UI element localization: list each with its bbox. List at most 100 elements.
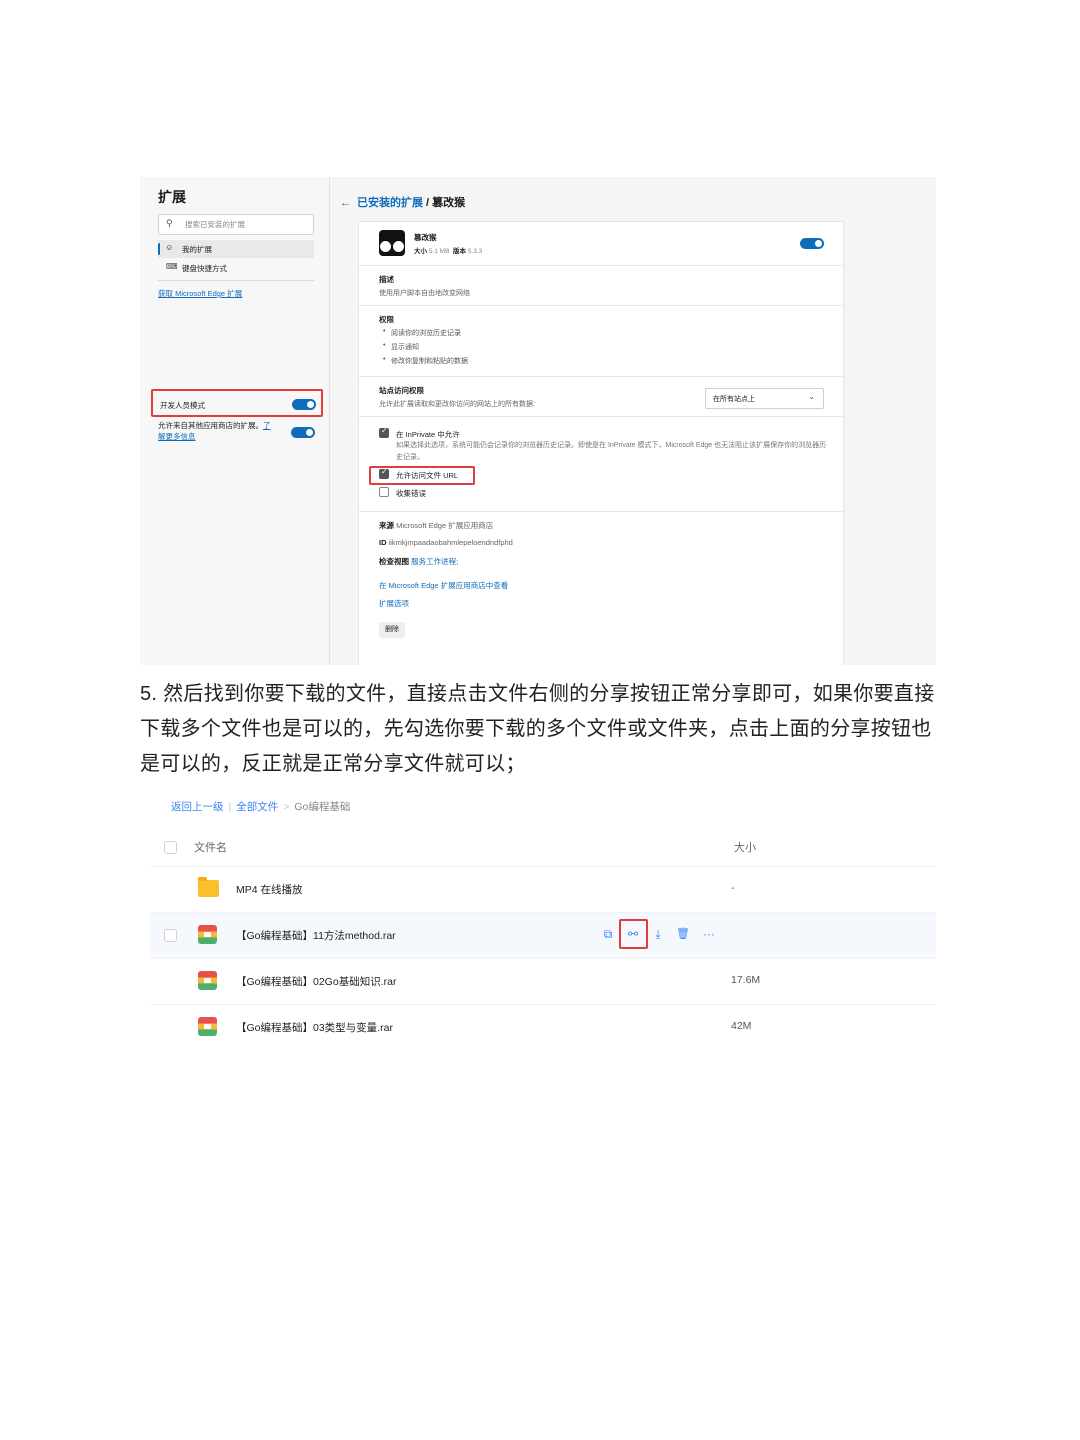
extension-enable-toggle[interactable] — [800, 238, 824, 249]
view-in-store-link[interactable]: 在 Microsoft Edge 扩展应用商店中查看 — [379, 580, 508, 591]
file-row[interactable]: MP4 在线播放 - — [150, 867, 936, 913]
version-value: 5.3.3 — [467, 248, 483, 255]
permission-item: 阅读你的浏览历史记录 — [383, 328, 461, 338]
tampermonkey-logo-icon — [379, 230, 405, 256]
id-line: ID iikmkjmpaadaobahmlepeloendndfphd — [379, 538, 513, 547]
id-value: iikmkjmpaadaobahmlepeloendndfphd — [388, 538, 513, 547]
source-value: Microsoft Edge 扩展应用商店 — [396, 521, 494, 530]
sidebar-item-keyboard-shortcuts[interactable]: ⌨ 键盘快捷方式 — [158, 259, 314, 277]
breadcrumb-divider: | — [228, 801, 232, 813]
description-title: 描述 — [379, 275, 394, 284]
site-access-title: 站点访问权限 — [379, 386, 424, 395]
collect-errors-label: 收集错误 — [396, 489, 426, 498]
keyboard-icon: ⌨ — [166, 262, 178, 271]
sidebar-item-label: 我的扩展 — [182, 245, 212, 254]
extension-icon: ⎉ — [166, 243, 173, 252]
sidebar-divider — [158, 280, 314, 281]
size-label: 大小 — [414, 248, 427, 255]
inprivate-label: 在 InPrivate 中允许 — [396, 430, 460, 439]
inprivate-checkbox[interactable] — [379, 426, 389, 438]
extensions-sidebar: 扩展 ⚲ 搜索已安装的扩展 ⎉ 我的扩展 ⌨ 键盘快捷方式 获取 Microso… — [140, 177, 330, 665]
extension-name: 篡改猴 — [414, 233, 437, 242]
instruction-paragraph: 5. 然后找到你要下载的文件，直接点击文件右侧的分享按钮正常分享即可，如果你要直… — [140, 683, 935, 775]
size-value: 5.1 MB — [428, 248, 450, 255]
search-placeholder: 搜索已安装的扩展 — [185, 220, 245, 229]
inspect-line: 检查视图 服务工作进程; — [379, 556, 458, 567]
file-url-highlight — [369, 466, 475, 485]
developer-mode-row: 开发人员模式 — [151, 389, 323, 417]
breadcrumb-installed-extensions[interactable]: 已安装的扩展 — [357, 197, 423, 209]
sidebar-title: 扩展 — [158, 189, 186, 205]
edge-extensions-screenshot: 扩展 ⚲ 搜索已安装的扩展 ⎉ 我的扩展 ⌨ 键盘快捷方式 获取 Microso… — [140, 177, 936, 665]
rar-archive-icon — [198, 925, 217, 944]
file-size: 42M — [731, 1020, 752, 1032]
row-checkbox[interactable] — [164, 929, 177, 942]
file-name[interactable]: 【Go编程基础】11方法method.rar — [236, 928, 396, 943]
header-size: 大小 — [734, 842, 756, 854]
collect-errors-checkbox[interactable] — [379, 487, 389, 497]
extension-meta: 大小 5.1 MB 版本 5.3.3 — [414, 245, 482, 255]
file-list-header: 文件名 大小 — [150, 830, 936, 867]
allow-other-stores-label: 允许来自其他应用商店的扩展。 — [158, 421, 263, 430]
open-folder-icon[interactable]: ⧉ — [599, 925, 617, 943]
file-row[interactable]: 【Go编程基础】02Go基础知识.rar 17.6M — [150, 959, 936, 1005]
site-access-selected: 在所有站点上 — [713, 396, 755, 403]
select-all-checkbox[interactable] — [164, 841, 177, 854]
version-label: 版本 — [453, 248, 467, 255]
learn-more-link[interactable]: 了 — [263, 421, 271, 430]
permission-item: 显示通知 — [383, 342, 419, 352]
file-list-screenshot: 返回上一级 | 全部文件 > Go编程基础 文件名 大小 MP4 在线播放 - 【Go编… — [150, 790, 936, 1046]
file-name[interactable]: 【Go编程基础】02Go基础知识.rar — [236, 974, 396, 989]
source-line: 来源 Microsoft Edge 扩展应用商店 — [379, 520, 493, 531]
rar-archive-icon — [198, 1017, 217, 1036]
get-extensions-link[interactable]: 获取 Microsoft Edge 扩展 — [158, 288, 242, 299]
file-breadcrumb: 返回上一级 | 全部文件 > Go编程基础 — [171, 799, 350, 814]
breadcrumb: ← 已安装的扩展 / 篡改猴 — [340, 194, 465, 210]
learn-more-link-continued[interactable]: 解更多信息 — [158, 432, 196, 441]
sidebar-item-label: 键盘快捷方式 — [182, 264, 227, 273]
description-text: 使用用户脚本自由地改变网络 — [379, 290, 470, 297]
permission-item: 修改你复制和粘贴的数据 — [383, 356, 468, 366]
site-access-dropdown[interactable]: 在所有站点上 ⌄ — [705, 388, 824, 409]
source-label: 来源 — [379, 521, 394, 530]
file-name[interactable]: MP4 在线播放 — [236, 882, 303, 897]
folder-icon — [198, 877, 219, 897]
service-worker-link[interactable]: 服务工作进程; — [411, 557, 458, 566]
sidebar-item-my-extensions[interactable]: ⎉ 我的扩展 — [158, 240, 314, 258]
header-name: 文件名 — [194, 842, 227, 854]
allow-other-stores-toggle[interactable] — [291, 427, 315, 438]
breadcrumb-chevron: > — [283, 801, 290, 813]
developer-mode-toggle[interactable] — [292, 399, 316, 410]
breadcrumb-separator: / — [423, 197, 433, 209]
inprivate-description: 如果选择此选项，系统可能仍会记录你的浏览器历史记录。即使是在 InPrivate… — [396, 442, 827, 461]
breadcrumb-current-folder: Go编程基础 — [294, 801, 351, 813]
delete-icon[interactable]: 🗑 — [674, 925, 692, 943]
permissions-section: 权限 阅读你的浏览历史记录 显示通知 修改你复制和粘贴的数据 — [359, 305, 843, 377]
back-arrow-icon[interactable]: ← — [340, 197, 351, 209]
extension-details-main: ← 已安装的扩展 / 篡改猴 篡改猴 大小 5.1 MB 版本 5.3.3 描述 … — [330, 177, 936, 665]
options-section: 在 InPrivate 中允许 如果选择此选项，系统可能仍会记录你的浏览器历史记… — [359, 416, 843, 512]
extension-header-section: 篡改猴 大小 5.1 MB 版本 5.3.3 — [359, 222, 843, 266]
file-name[interactable]: 【Go编程基础】03类型与变量.rar — [236, 1020, 393, 1035]
site-access-text: 允许此扩展读取和更改你访问的网站上的所有数据: — [379, 401, 535, 408]
file-row-hovered[interactable]: 【Go编程基础】11方法method.rar ⧉ ⚯ ⤓ 🗑 ··· — [150, 913, 936, 959]
extension-card: 篡改猴 大小 5.1 MB 版本 5.3.3 描述 使用用户脚本自由地改变网络 … — [358, 221, 844, 665]
file-size: 17.6M — [731, 974, 761, 986]
description-section: 描述 使用用户脚本自由地改变网络 — [359, 265, 843, 306]
chevron-down-icon: ⌄ — [808, 392, 815, 401]
download-icon[interactable]: ⤓ — [649, 925, 667, 943]
file-size: - — [731, 882, 735, 894]
file-row[interactable]: 【Go编程基础】03类型与变量.rar 42M — [150, 1005, 936, 1050]
extension-options-link[interactable]: 扩展选项 — [379, 598, 409, 609]
share-highlight — [619, 919, 648, 949]
remove-button[interactable]: 删除 — [379, 622, 405, 638]
all-files-link[interactable]: 全部文件 — [236, 801, 278, 813]
inspect-label: 检查视图 — [379, 557, 409, 566]
back-link[interactable]: 返回上一级 — [171, 801, 224, 813]
permissions-title: 权限 — [379, 315, 394, 324]
id-label: ID — [379, 538, 387, 547]
search-extensions-input[interactable]: ⚲ 搜索已安装的扩展 — [158, 214, 314, 235]
more-icon[interactable]: ··· — [700, 925, 718, 943]
search-icon: ⚲ — [166, 218, 173, 228]
rar-archive-icon — [198, 971, 217, 990]
